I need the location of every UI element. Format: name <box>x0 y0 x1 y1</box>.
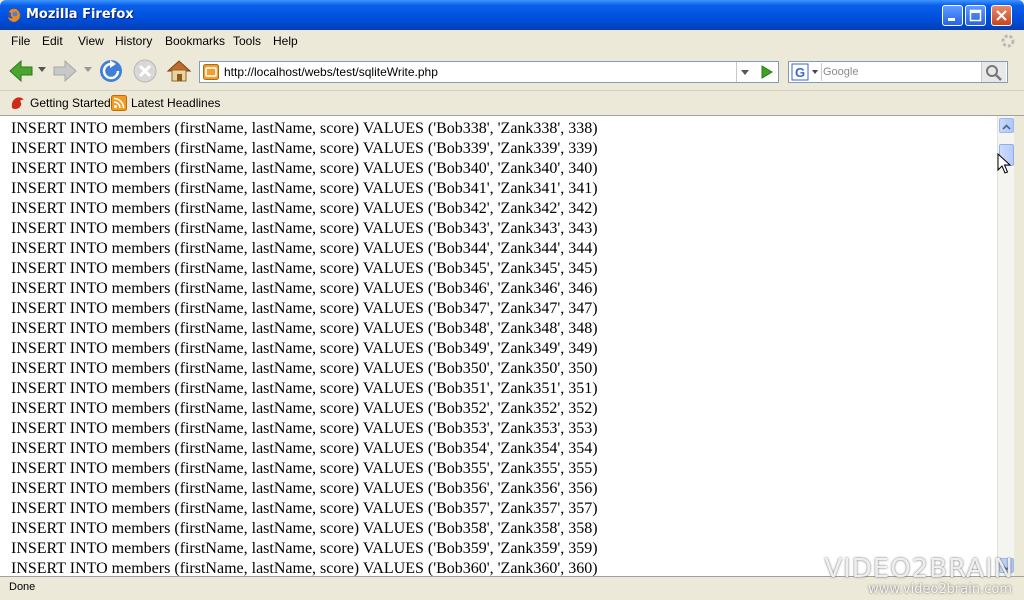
menu-bar: File Edit View History Bookmarks Tools H… <box>0 30 1024 52</box>
bookmark-latest-headlines[interactable]: Latest Headlines <box>111 95 221 111</box>
menu-edit[interactable]: Edit <box>42 34 63 48</box>
site-favicon-icon <box>203 64 219 80</box>
firefox-bookmark-icon <box>11 97 24 109</box>
maximize-button[interactable] <box>965 5 986 26</box>
output-lines: INSERT INTO members (firstName, lastName… <box>11 119 598 576</box>
url-input[interactable] <box>224 63 734 81</box>
output-line: INSERT INTO members (firstName, lastName… <box>11 340 598 357</box>
throbber-icon <box>1001 34 1015 48</box>
output-line: INSERT INTO members (firstName, lastName… <box>11 440 598 457</box>
stop-button[interactable] <box>130 56 160 86</box>
menu-tools[interactable]: Tools <box>233 34 261 48</box>
bookmark-label: Latest Headlines <box>131 96 221 110</box>
navigation-toolbar: G <box>0 52 1024 91</box>
search-icon[interactable] <box>981 62 1006 82</box>
minimize-icon <box>948 18 955 21</box>
close-button[interactable] <box>991 5 1012 26</box>
reload-button[interactable] <box>96 56 126 86</box>
output-line: INSERT INTO members (firstName, lastName… <box>11 180 598 197</box>
home-button[interactable] <box>164 56 194 86</box>
rss-feed-icon <box>111 95 127 111</box>
chevron-down-icon <box>1002 565 1011 571</box>
minimize-button[interactable] <box>942 5 963 26</box>
window-frame-right <box>1014 116 1024 576</box>
output-line: INSERT INTO members (firstName, lastName… <box>11 520 598 537</box>
output-line: INSERT INTO members (firstName, lastName… <box>11 540 598 557</box>
go-button[interactable] <box>756 63 776 81</box>
output-line: INSERT INTO members (firstName, lastName… <box>11 320 598 337</box>
output-line: INSERT INTO members (firstName, lastName… <box>11 380 598 397</box>
output-line: INSERT INTO members (firstName, lastName… <box>11 480 598 497</box>
status-text: Done <box>9 581 36 593</box>
search-input[interactable] <box>823 63 973 81</box>
output-line: INSERT INTO members (firstName, lastName… <box>11 500 598 517</box>
url-history-dropdown-icon[interactable] <box>736 62 753 82</box>
bookmark-getting-started[interactable]: Getting Started <box>10 95 111 111</box>
vertical-scrollbar[interactable] <box>997 116 1015 576</box>
output-line: INSERT INTO members (firstName, lastName… <box>11 260 598 277</box>
back-button[interactable] <box>6 56 36 86</box>
output-line: INSERT INTO members (firstName, lastName… <box>11 200 598 217</box>
status-bar: Done <box>0 576 1024 600</box>
google-engine-icon[interactable]: G <box>791 63 822 81</box>
menu-view[interactable]: View <box>78 34 104 48</box>
search-bar[interactable]: G <box>788 61 1008 83</box>
output-line: INSERT INTO members (firstName, lastName… <box>11 360 598 377</box>
output-line: INSERT INTO members (firstName, lastName… <box>11 560 598 576</box>
url-bar[interactable] <box>199 61 779 83</box>
firefox-logo-icon <box>7 8 21 22</box>
forward-button[interactable] <box>50 56 80 86</box>
scroll-down-button[interactable] <box>999 558 1014 573</box>
menu-help[interactable]: Help <box>273 34 298 48</box>
output-line: INSERT INTO members (firstName, lastName… <box>11 420 598 437</box>
page-content: INSERT INTO members (firstName, lastName… <box>0 116 997 576</box>
forward-dropdown-icon[interactable] <box>84 67 92 73</box>
title-bar[interactable]: Mozilla Firefox <box>0 0 1024 30</box>
scroll-up-button[interactable] <box>999 118 1014 133</box>
output-line: INSERT INTO members (firstName, lastName… <box>11 220 598 237</box>
menu-bookmarks[interactable]: Bookmarks <box>165 34 225 48</box>
maximize-icon <box>969 9 982 22</box>
mouse-pointer-icon <box>997 153 1011 174</box>
output-line: INSERT INTO members (firstName, lastName… <box>11 280 598 297</box>
firefox-window: Mozilla Firefox File Edit View History B… <box>0 0 1024 600</box>
output-line: INSERT INTO members (firstName, lastName… <box>11 140 598 157</box>
menu-file[interactable]: File <box>11 34 30 48</box>
menu-history[interactable]: History <box>115 34 152 48</box>
output-line: INSERT INTO members (firstName, lastName… <box>11 300 598 317</box>
svg-text:G: G <box>795 65 805 80</box>
bookmarks-toolbar: Getting Started Latest Headlines <box>0 91 1024 116</box>
output-line: INSERT INTO members (firstName, lastName… <box>11 460 598 477</box>
output-line: INSERT INTO members (firstName, lastName… <box>11 160 598 177</box>
output-line: INSERT INTO members (firstName, lastName… <box>11 120 598 137</box>
output-line: INSERT INTO members (firstName, lastName… <box>11 240 598 257</box>
bookmark-label: Getting Started <box>30 96 111 110</box>
chevron-up-icon <box>1002 124 1011 130</box>
close-icon <box>996 10 1007 21</box>
back-dropdown-icon[interactable] <box>38 67 46 73</box>
window-title: Mozilla Firefox <box>26 7 134 22</box>
output-line: INSERT INTO members (firstName, lastName… <box>11 400 598 417</box>
